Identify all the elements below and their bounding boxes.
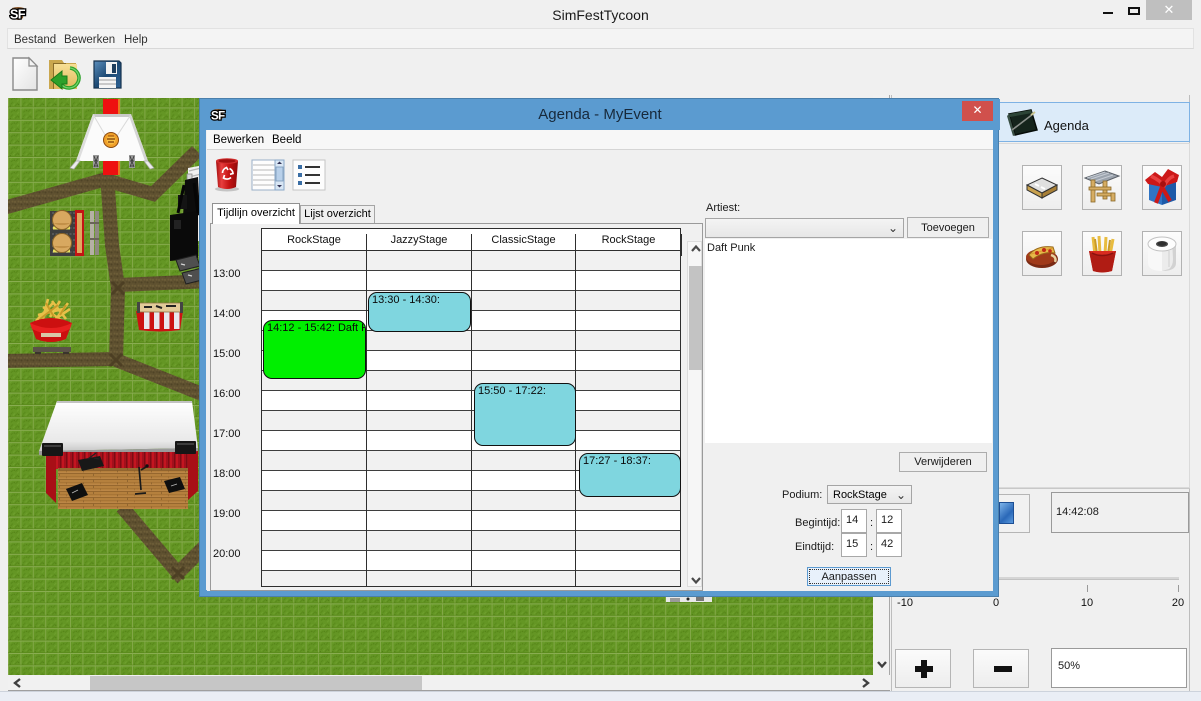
svg-text:SF: SF	[211, 111, 225, 123]
svg-text:SF: SF	[10, 8, 26, 22]
